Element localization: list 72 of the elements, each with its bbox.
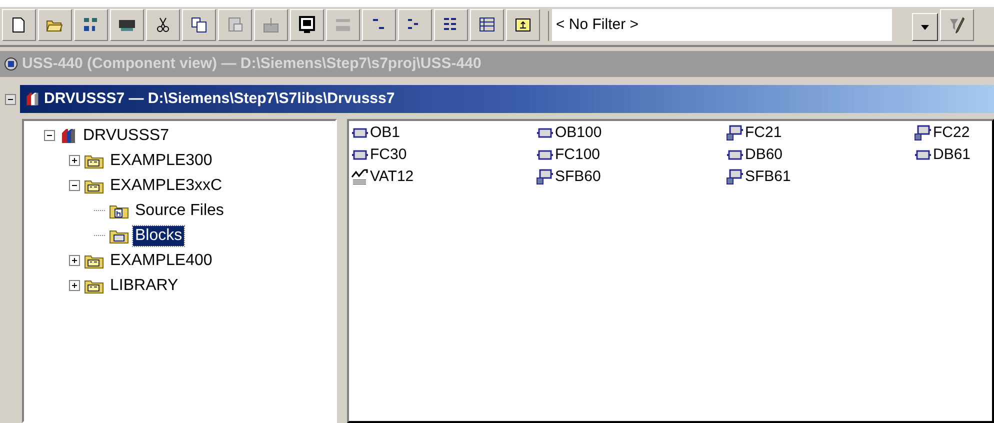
block-item[interactable]: OB1 (351, 122, 536, 144)
tree-item[interactable]: EXAMPLE400 (108, 250, 214, 270)
binder-icon (59, 126, 77, 144)
toolbar-button[interactable] (2, 9, 36, 41)
block-icon (351, 148, 369, 162)
copy-icon (190, 16, 208, 34)
function-block-icon (726, 169, 744, 185)
block-item[interactable]: FC100 (536, 144, 726, 166)
toolbar-button[interactable] (398, 9, 432, 41)
active-window-title-bar[interactable]: DRVUSSS7 — D:\Siemens\Step7\S7libs\Drvusss7 (20, 85, 994, 113)
dropdown-button[interactable] (912, 13, 938, 41)
clipboard-icon (226, 16, 244, 34)
block-icon (726, 148, 744, 162)
toolbar-button[interactable] (146, 9, 180, 41)
toolbar-button[interactable] (182, 9, 216, 41)
scissors-icon (154, 16, 172, 34)
function-block-icon (536, 169, 554, 185)
tray-icon (262, 16, 280, 34)
filter-settings-button[interactable] (940, 9, 974, 41)
block-item[interactable]: VAT12 (351, 166, 536, 188)
tree-item[interactable]: Source Files (133, 200, 226, 220)
toolbar-button[interactable] (434, 9, 468, 41)
filter-field[interactable]: < No Filter > (552, 9, 892, 41)
toolbar-button[interactable] (38, 9, 72, 41)
caret-icon (921, 24, 929, 30)
up-folder-icon (514, 16, 532, 34)
collapse-icon[interactable] (44, 130, 55, 141)
toolbar-button[interactable] (110, 9, 144, 41)
collapse-icon[interactable] (69, 180, 80, 191)
tree-item[interactable]: LIBRARY (108, 276, 180, 296)
tree-item[interactable]: DRVUSSS7 (81, 126, 171, 146)
window-title: USS-440 (Component view) — D:\Siemens\Step7\s7proj\USS-440 (22, 54, 482, 74)
block-icon (914, 148, 932, 162)
block-item[interactable]: FC30 (351, 144, 536, 166)
expand-icon[interactable] (69, 255, 80, 266)
block-item[interactable]: OB100 (536, 122, 726, 144)
toolbar-button[interactable] (470, 9, 504, 41)
block-item[interactable]: SFB60 (536, 166, 726, 188)
toolbar-button[interactable] (290, 9, 324, 41)
s7-folder-icon (84, 152, 104, 168)
block-icon (351, 126, 369, 140)
source-folder-icon (109, 202, 129, 218)
block-item[interactable]: SFB61 (726, 166, 914, 188)
block-item[interactable]: DB60 (726, 144, 914, 166)
expand-icon[interactable] (69, 155, 80, 166)
variable-table-icon (351, 168, 369, 186)
monitor-icon (298, 16, 316, 34)
block-item[interactable]: DB61 (914, 144, 992, 166)
binder-icon (24, 90, 40, 108)
function-block-icon (914, 125, 932, 141)
network-icon (82, 16, 100, 34)
expand-icon[interactable] (69, 280, 80, 291)
block-item[interactable]: FC21 (726, 122, 914, 144)
block-icon (536, 126, 554, 140)
tree-item[interactable]: EXAMPLE300 (108, 150, 214, 170)
block-icon (536, 148, 554, 162)
toolbar-button[interactable] (74, 9, 108, 41)
minimize-icon[interactable] (5, 94, 16, 104)
tree-item[interactable]: Blocks (133, 226, 184, 246)
toolbar-button[interactable] (506, 9, 540, 41)
function-block-icon (726, 125, 744, 141)
blocks-folder-icon (109, 228, 129, 244)
s7-folder-icon (84, 252, 104, 268)
details-icon (478, 16, 496, 34)
s7-folder-icon (84, 278, 104, 294)
component-icon (2, 55, 20, 73)
panel-icon (334, 16, 352, 34)
pencil-funnel-icon (948, 16, 966, 34)
block-item[interactable]: FC22 (914, 122, 992, 144)
s7-folder-icon (84, 178, 104, 194)
window-title: DRVUSSS7 — D:\Siemens\Step7\S7libs\Drvusss7 (44, 88, 395, 109)
tree-item[interactable]: EXAMPLE3xxC (108, 176, 224, 196)
